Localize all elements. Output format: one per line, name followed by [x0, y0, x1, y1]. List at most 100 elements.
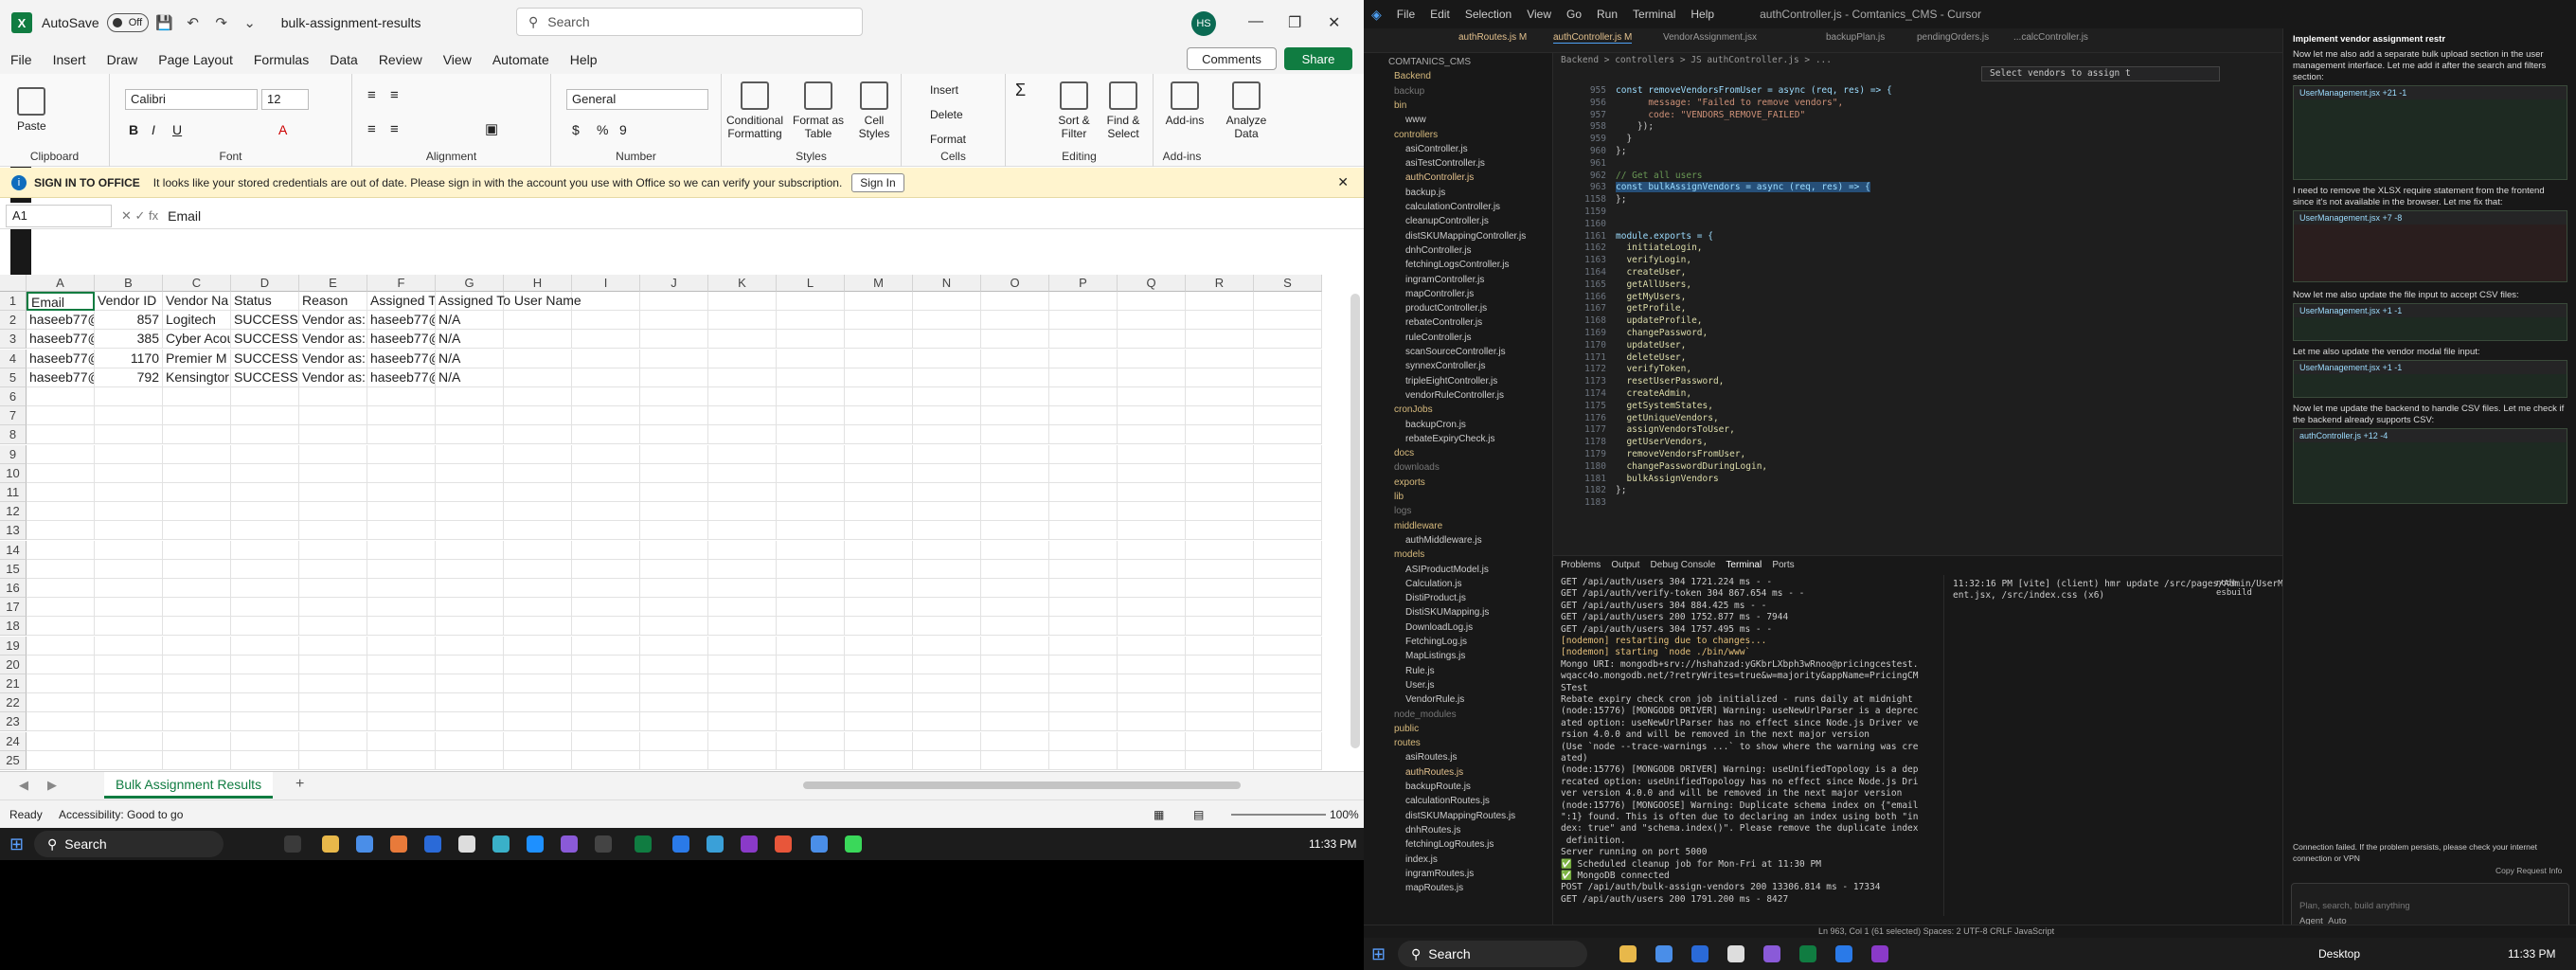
cell[interactable]: [436, 579, 504, 598]
cell[interactable]: [299, 387, 367, 406]
cell[interactable]: [231, 731, 299, 751]
code-line[interactable]: });: [1616, 121, 1654, 132]
cell[interactable]: [845, 444, 913, 464]
cell[interactable]: [1254, 559, 1322, 579]
app-icon[interactable]: [1727, 945, 1744, 962]
cell[interactable]: [777, 387, 845, 406]
cell[interactable]: [845, 406, 913, 426]
cell[interactable]: [1049, 750, 1118, 770]
column-header[interactable]: D: [231, 275, 299, 292]
cell[interactable]: [708, 368, 777, 387]
cell[interactable]: [504, 387, 572, 406]
cell[interactable]: [1254, 731, 1322, 751]
cell[interactable]: [1049, 674, 1118, 693]
comments-button[interactable]: Comments: [1187, 47, 1277, 70]
cell[interactable]: [231, 655, 299, 674]
cell[interactable]: [572, 731, 640, 751]
cell[interactable]: [163, 425, 231, 445]
chrome-icon[interactable]: [356, 835, 373, 853]
app-icon[interactable]: [1763, 945, 1780, 962]
cell[interactable]: [845, 693, 913, 713]
row-header[interactable]: 15: [0, 559, 27, 579]
app-icon[interactable]: [527, 835, 544, 853]
cell[interactable]: [436, 406, 504, 426]
cell[interactable]: Vendor ID: [95, 292, 163, 311]
cell[interactable]: [1186, 540, 1254, 560]
cell[interactable]: [845, 463, 913, 483]
cell[interactable]: [1186, 387, 1254, 406]
explorer-file[interactable]: backupRoute.js: [1405, 781, 1471, 792]
cell[interactable]: [1118, 731, 1186, 751]
cell[interactable]: 385: [95, 330, 163, 350]
name-box[interactable]: A1: [6, 204, 112, 227]
cell[interactable]: [913, 292, 981, 311]
cell[interactable]: [163, 406, 231, 426]
cell[interactable]: Vendor as:: [299, 311, 367, 331]
cell[interactable]: [777, 521, 845, 541]
cell[interactable]: [708, 502, 777, 522]
tab-output[interactable]: Output: [1611, 560, 1639, 570]
maximize-icon[interactable]: ❐: [1288, 13, 1301, 32]
cell[interactable]: [777, 368, 845, 387]
cell[interactable]: [163, 693, 231, 713]
app-icon[interactable]: [845, 835, 862, 853]
tab-calc-controller[interactable]: ...calcController.js: [2013, 32, 2088, 43]
cell[interactable]: [367, 731, 436, 751]
cell[interactable]: [572, 463, 640, 483]
cell[interactable]: [1049, 406, 1118, 426]
align-middle-icon[interactable]: ≡: [390, 88, 399, 102]
cell[interactable]: [572, 368, 640, 387]
tab-debug-console[interactable]: Debug Console: [1651, 560, 1716, 570]
cell[interactable]: [436, 559, 504, 579]
cell[interactable]: [981, 521, 1049, 541]
explorer-file[interactable]: rebateController.js: [1405, 317, 1482, 328]
cell[interactable]: [708, 636, 777, 656]
cell[interactable]: [1254, 693, 1322, 713]
cell[interactable]: [299, 598, 367, 618]
cell[interactable]: [913, 311, 981, 331]
cell[interactable]: [845, 292, 913, 311]
cell[interactable]: [1254, 655, 1322, 674]
cell[interactable]: [1118, 655, 1186, 674]
cell[interactable]: [913, 330, 981, 350]
explorer-file[interactable]: cleanupController.js: [1405, 216, 1489, 226]
row-header[interactable]: 23: [0, 712, 27, 732]
cell[interactable]: haseeb77@: [367, 311, 436, 331]
cell[interactable]: Vendor as:: [299, 368, 367, 387]
cell[interactable]: [436, 655, 504, 674]
explorer-folder[interactable]: backup: [1394, 86, 1424, 97]
cell[interactable]: [95, 636, 163, 656]
cell[interactable]: [572, 598, 640, 618]
cell[interactable]: [572, 425, 640, 445]
cell[interactable]: [27, 598, 95, 618]
cell[interactable]: [640, 387, 708, 406]
cell[interactable]: [504, 674, 572, 693]
cell[interactable]: [777, 349, 845, 368]
cell[interactable]: [913, 674, 981, 693]
code-line[interactable]: createAdmin,: [1616, 388, 1691, 399]
cell[interactable]: SUCCESS: [231, 330, 299, 350]
cell[interactable]: [1049, 579, 1118, 598]
chrome-icon[interactable]: [1655, 945, 1673, 962]
column-header[interactable]: B: [95, 275, 163, 292]
task-view-icon[interactable]: [284, 835, 301, 853]
row-header[interactable]: 16: [0, 579, 27, 598]
cell[interactable]: [708, 521, 777, 541]
cell[interactable]: [27, 502, 95, 522]
cell[interactable]: [1049, 617, 1118, 637]
cell[interactable]: [27, 655, 95, 674]
cell[interactable]: [367, 693, 436, 713]
cell[interactable]: [572, 712, 640, 732]
cell[interactable]: [27, 387, 95, 406]
cell[interactable]: [640, 311, 708, 331]
cell[interactable]: [367, 483, 436, 502]
cell[interactable]: [367, 425, 436, 445]
column-header[interactable]: S: [1254, 275, 1322, 292]
cell[interactable]: [1049, 598, 1118, 618]
cell[interactable]: [1186, 579, 1254, 598]
column-header[interactable]: I: [572, 275, 640, 292]
cell[interactable]: [981, 693, 1049, 713]
explorer-file[interactable]: backup.js: [1405, 188, 1445, 198]
cell[interactable]: [367, 655, 436, 674]
cell[interactable]: [163, 483, 231, 502]
